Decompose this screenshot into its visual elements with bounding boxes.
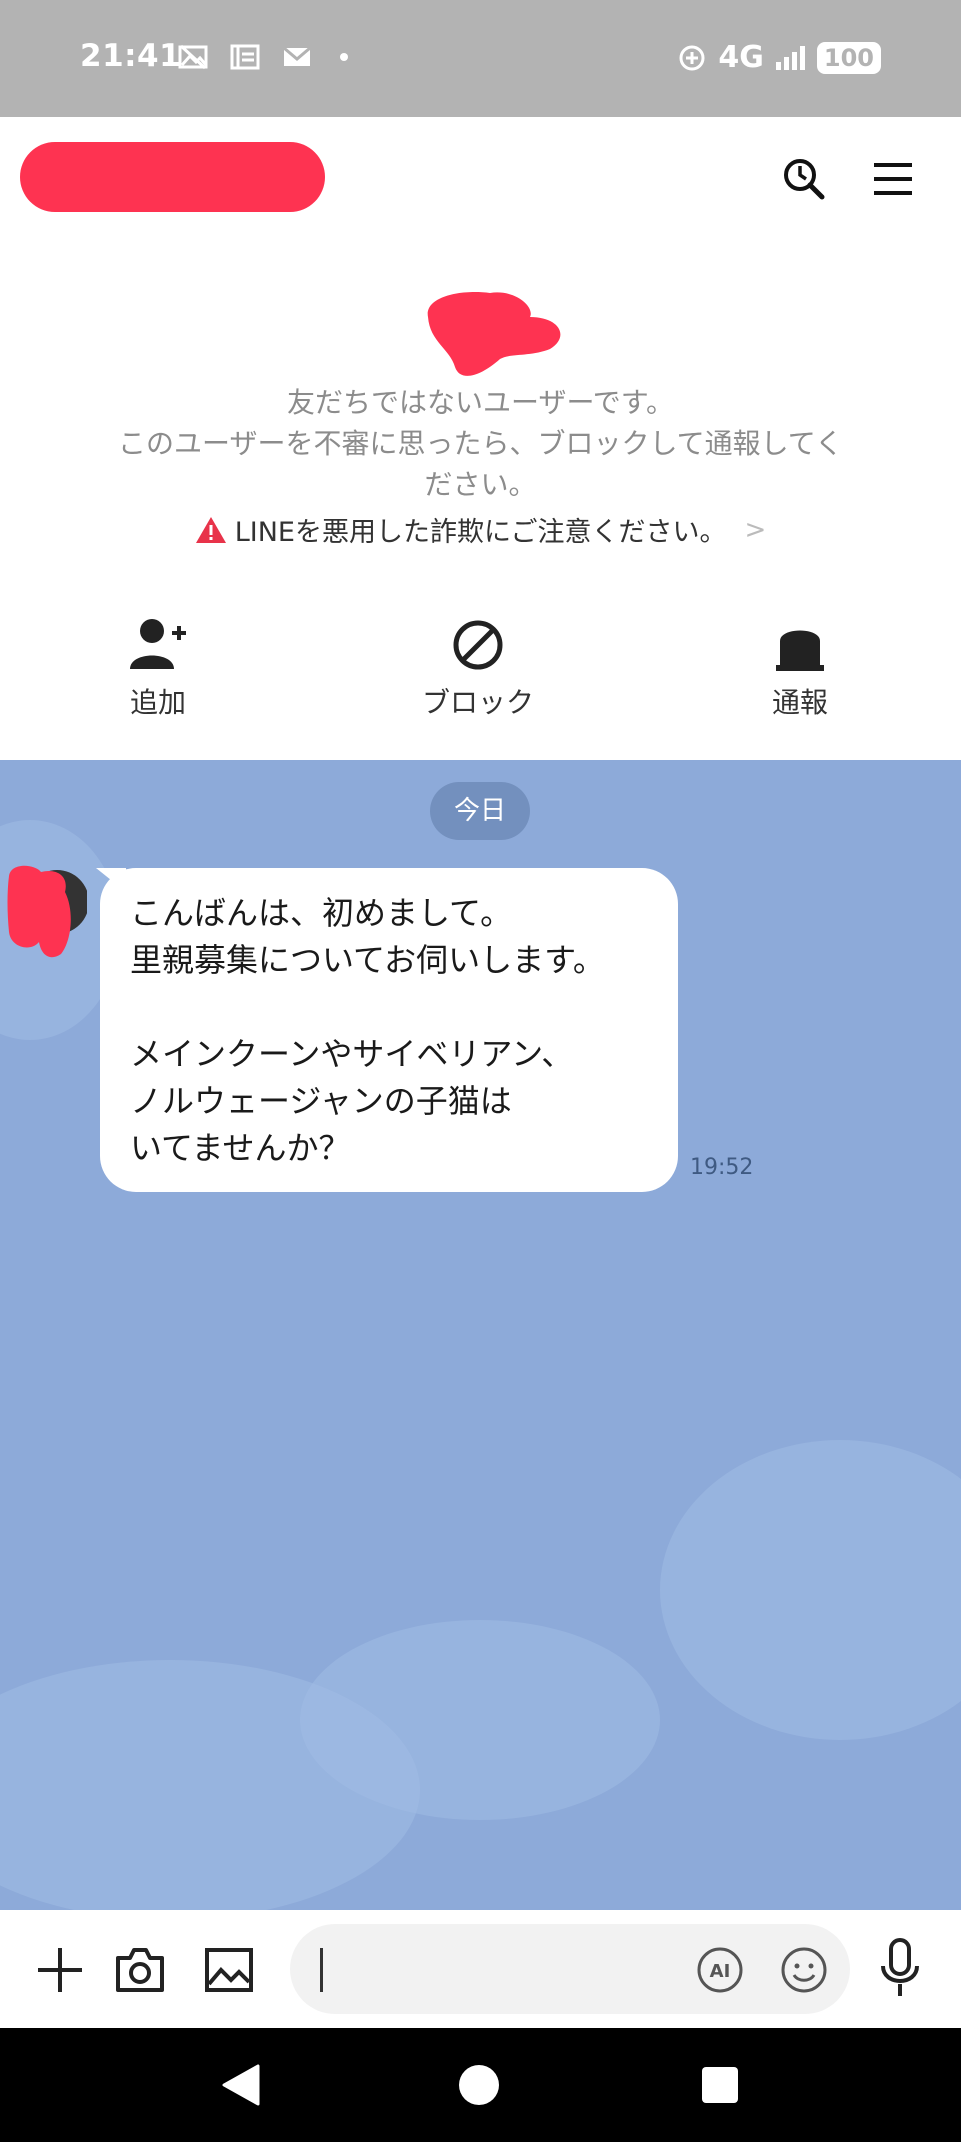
status-time: 21:41 xyxy=(80,38,182,74)
message-input[interactable]: AI xyxy=(290,1924,850,2014)
image-icon[interactable] xyxy=(203,1944,255,1996)
status-right: 4G 100 xyxy=(678,40,881,75)
block-icon xyxy=(453,620,503,670)
emoji-icon[interactable] xyxy=(780,1946,828,1994)
background-cloud xyxy=(660,1440,961,1740)
add-friend-button[interactable]: 追加 xyxy=(83,617,233,721)
block-label: ブロック xyxy=(421,686,534,719)
block-button[interactable]: ブロック xyxy=(403,617,553,721)
data-saver-icon xyxy=(679,45,705,70)
message-time: 19:52 xyxy=(690,1155,754,1180)
news-icon xyxy=(230,44,260,70)
ai-label: AI xyxy=(710,1961,731,1982)
notice-message: 友だちではないユーザーです。 このユーザーを不審に思ったら、ブロックして通報して… xyxy=(60,382,901,505)
chat-title-redacted[interactable] xyxy=(20,142,325,212)
warning-icon xyxy=(195,516,226,543)
message-bubble[interactable]: こんばんは、初めまして。 里親募集についてお伺いします。 メインクーンやサイベリ… xyxy=(100,868,678,1192)
system-nav-bar xyxy=(0,2028,961,2142)
notification-icons xyxy=(178,44,348,70)
camera-icon[interactable] xyxy=(114,1944,166,1996)
back-icon[interactable] xyxy=(218,2062,264,2108)
date-separator: 今日 xyxy=(430,782,530,840)
action-row: 追加 ブロック 通報 xyxy=(0,617,961,747)
plus-icon[interactable] xyxy=(34,1944,86,1996)
no-image-icon xyxy=(178,44,208,70)
add-friend-icon xyxy=(130,619,186,669)
message-text: こんばんは、初めまして。 里親募集についてお伺いします。 メインクーンやサイベリ… xyxy=(130,894,605,1167)
signal-icon xyxy=(775,45,805,70)
input-bar: AI xyxy=(0,1910,961,2028)
report-label: 通報 xyxy=(771,686,828,719)
microphone-icon[interactable] xyxy=(875,1938,925,1998)
scam-warning-text: LINEを悪用した詐欺にご注意ください。 xyxy=(234,517,727,548)
network-type: 4G xyxy=(718,40,764,75)
more-notifications-dot xyxy=(340,53,348,61)
add-label: 追加 xyxy=(129,686,186,719)
notice-line-2: このユーザーを不審に思ったら、ブロックして通報してく xyxy=(118,427,843,460)
menu-icon[interactable] xyxy=(872,161,914,197)
profile-avatar-redacted xyxy=(427,292,561,376)
report-button[interactable]: 通報 xyxy=(725,617,875,721)
non-friend-notice: 友だちではないユーザーです。 このユーザーを不審に思ったら、ブロックして通報して… xyxy=(0,227,961,760)
chevron-right-icon: > xyxy=(744,514,767,545)
notice-line-3: ださい。 xyxy=(424,468,537,501)
sender-avatar-redacted[interactable] xyxy=(5,862,87,960)
search-icon[interactable] xyxy=(780,155,828,203)
mail-icon xyxy=(283,46,311,66)
scam-warning-link[interactable]: LINEを悪用した詐欺にご注意ください。 > xyxy=(0,510,961,549)
chat-header xyxy=(0,117,961,227)
recents-icon[interactable] xyxy=(697,2062,743,2108)
battery-icon: 100 xyxy=(816,41,881,74)
background-cloud xyxy=(300,1620,660,1820)
chat-area[interactable]: 今日 こんばんは、初めまして。 里親募集についてお伺いします。 メインクーンやサ… xyxy=(0,760,961,1910)
report-icon xyxy=(776,630,824,671)
status-bar: 21:41 4G 100 xyxy=(0,0,961,117)
text-caret xyxy=(320,1948,323,1992)
notice-line-1: 友だちではないユーザーです。 xyxy=(287,386,674,419)
ai-icon[interactable]: AI xyxy=(696,1946,744,1994)
home-icon[interactable] xyxy=(456,2062,502,2108)
